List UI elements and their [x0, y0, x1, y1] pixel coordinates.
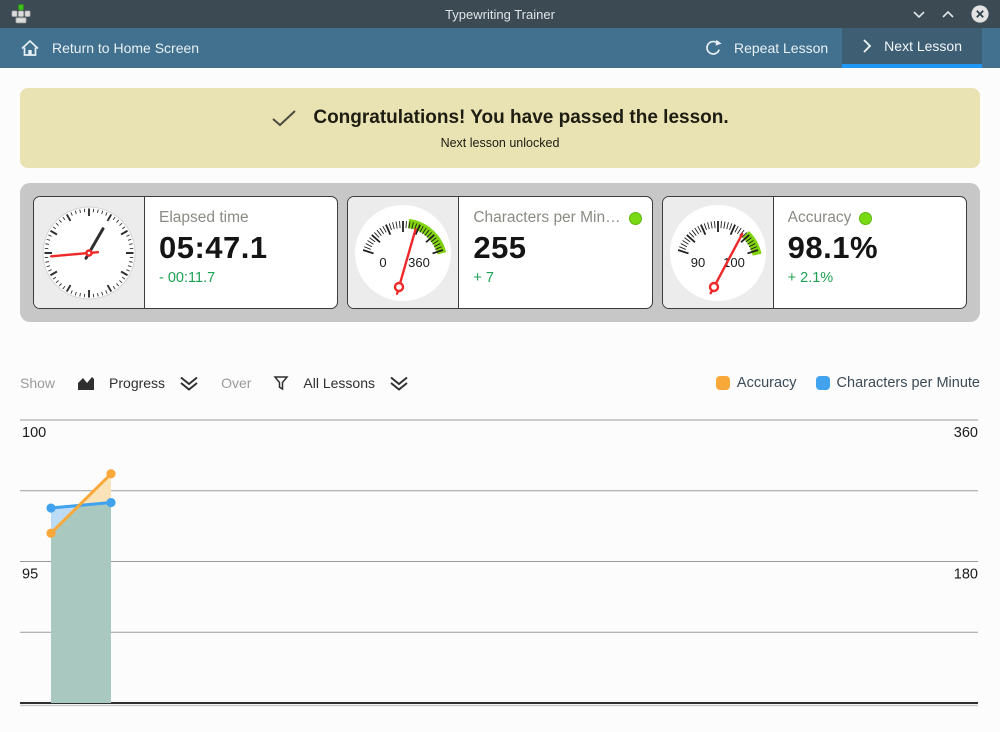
window-title: Typewriting Trainer [0, 7, 1000, 22]
cpm-swatch [816, 376, 830, 390]
maximize-button[interactable] [941, 10, 955, 19]
status-dot-green [859, 212, 872, 225]
banner-subtitle: Next lesson unlocked [441, 136, 560, 150]
nav-spacer [213, 28, 690, 68]
chevron-down-icon [912, 10, 926, 19]
next-lesson-button[interactable]: Next Lesson [842, 28, 982, 68]
banner-title: Congratulations! You have passed the les… [313, 107, 728, 129]
svg-text:180: 180 [954, 567, 978, 583]
show-value: Progress [109, 375, 165, 391]
congratulations-banner: Congratulations! You have passed the les… [20, 88, 980, 168]
stat-change: + 2.1% [788, 270, 952, 286]
return-home-button[interactable]: Return to Home Screen [0, 28, 213, 68]
titlebar: Typewriting Trainer [0, 0, 1000, 28]
progress-chart: 100 95 360 180 [0, 408, 1000, 732]
stat-label: Elapsed time [159, 209, 249, 227]
double-chevron-down-icon [179, 376, 199, 391]
close-button[interactable] [970, 4, 990, 24]
gauge-icon: 0 360 [348, 197, 459, 308]
stats-panel: Elapsed time 05:47.1 - 00:11.7 0 360 Char… [20, 183, 980, 322]
show-label: Show [20, 375, 55, 391]
stat-change: + 7 [473, 270, 641, 286]
over-label: Over [221, 375, 251, 391]
stat-value: 98.1% [788, 230, 952, 266]
stat-card-accuracy: 90100 Accuracy 98.1% + 2.1% [662, 196, 967, 309]
legend-cpm-label: Characters per Minute [837, 375, 980, 391]
svg-text:360: 360 [954, 425, 978, 441]
chart-legend: Accuracy Characters per Minute [716, 375, 980, 391]
nav-bar: Return to Home Screen Repeat Lesson Next… [0, 28, 1000, 68]
close-icon [970, 4, 990, 24]
stat-change: - 00:11.7 [159, 270, 323, 286]
clock-icon [34, 197, 145, 308]
next-lesson-label: Next Lesson [884, 38, 962, 54]
check-icon [271, 109, 297, 127]
home-icon [20, 39, 40, 57]
gauge-icon: 90100 [663, 197, 774, 308]
stat-card-elapsed-time: Elapsed time 05:47.1 - 00:11.7 [33, 196, 338, 309]
filter-icon [273, 375, 289, 392]
svg-text:100: 100 [22, 425, 46, 441]
area-chart-icon [77, 375, 95, 391]
stat-label: Accuracy [788, 209, 852, 227]
refresh-icon [704, 39, 722, 57]
stat-card-cpm: 0 360 Characters per Min… 255 + 7 [347, 196, 652, 309]
svg-text:95: 95 [22, 567, 38, 583]
lessons-filter-dropdown[interactable]: All Lessons [273, 375, 409, 392]
minimize-button[interactable] [912, 10, 926, 19]
show-dropdown[interactable]: Progress [77, 375, 199, 391]
status-dot-green [629, 212, 642, 225]
chevron-up-icon [941, 10, 955, 19]
stat-value: 255 [473, 230, 641, 266]
accuracy-swatch [716, 376, 730, 390]
legend-accuracy-label: Accuracy [737, 375, 797, 391]
over-value: All Lessons [303, 375, 375, 391]
stat-label: Characters per Min… [473, 209, 620, 227]
stat-value: 05:47.1 [159, 230, 323, 266]
svg-text:90: 90 [690, 255, 704, 270]
double-chevron-down-icon [389, 376, 409, 391]
return-home-label: Return to Home Screen [52, 40, 199, 56]
chart-controls: Show Progress Over All Lessons Accuracy [20, 372, 980, 394]
svg-text:360: 360 [408, 255, 430, 270]
repeat-lesson-label: Repeat Lesson [734, 40, 828, 56]
chevron-right-icon [862, 38, 872, 54]
repeat-lesson-button[interactable]: Repeat Lesson [690, 28, 842, 68]
svg-text:0: 0 [380, 255, 387, 270]
app-icon [10, 3, 32, 25]
